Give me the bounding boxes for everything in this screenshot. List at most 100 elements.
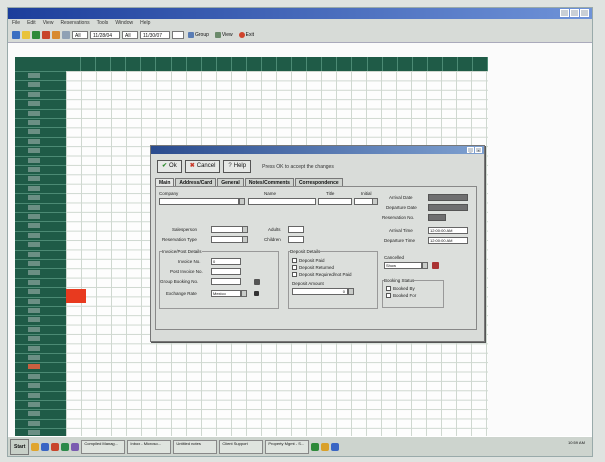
initial-dropdown[interactable] — [372, 198, 378, 205]
menu-reservations[interactable]: Reservations — [60, 19, 89, 28]
children-field[interactable] — [288, 236, 304, 243]
reservation-type-field[interactable] — [211, 236, 245, 243]
maximize-button[interactable] — [570, 9, 579, 17]
room-row[interactable] — [15, 165, 66, 172]
group-button[interactable]: Group — [186, 31, 211, 40]
post-invoice-no-field[interactable] — [211, 268, 241, 275]
start-date-combo[interactable]: 11/28/04 — [90, 31, 120, 39]
menu-edit[interactable]: Edit — [27, 19, 36, 28]
filter-combo-2[interactable]: All — [122, 31, 138, 39]
salesperson-field[interactable] — [211, 226, 245, 233]
task-property-mgmt[interactable]: Property Mgmt - S... — [265, 439, 310, 454]
room-row[interactable] — [15, 249, 66, 257]
menu-tools[interactable]: Tools — [97, 19, 109, 28]
room-row[interactable] — [15, 259, 66, 266]
menu-view[interactable]: View — [43, 19, 54, 28]
exchange-rate-dropdown[interactable] — [241, 290, 247, 297]
room-row[interactable] — [15, 136, 66, 144]
menu-help[interactable]: Help — [140, 19, 150, 28]
deposit-returned-checkbox[interactable] — [292, 265, 297, 270]
end-date-combo[interactable]: 11/30/07 — [140, 31, 170, 39]
room-row[interactable] — [15, 343, 66, 351]
room-row[interactable] — [15, 118, 66, 125]
deposit-amount-dropdown[interactable] — [348, 288, 354, 295]
room-row[interactable] — [15, 183, 66, 191]
cancelled-dropdown[interactable] — [422, 262, 428, 269]
room-row[interactable] — [15, 390, 66, 398]
tray-volume-icon[interactable] — [321, 442, 330, 451]
room-row[interactable] — [15, 334, 66, 342]
deposit-amount-field[interactable]: 0 — [292, 288, 348, 295]
booked-for-checkbox[interactable] — [386, 293, 391, 298]
room-row[interactable] — [15, 287, 66, 295]
room-row[interactable] — [15, 127, 66, 135]
reservation-block[interactable] — [66, 289, 86, 303]
find-icon[interactable] — [62, 31, 70, 39]
arrival-time-field[interactable]: 12:00:00 AM — [428, 227, 468, 234]
dialog-minimize-button[interactable]: _ — [467, 147, 474, 153]
room-row[interactable] — [15, 296, 66, 304]
menu-window[interactable]: Window — [115, 19, 133, 28]
view-button[interactable]: View — [213, 31, 235, 40]
task-client-support[interactable]: Client Support — [219, 439, 264, 454]
cancelled-field[interactable]: Show — [384, 262, 422, 269]
room-row[interactable] — [15, 268, 66, 276]
delete-icon[interactable] — [42, 31, 50, 39]
quicklaunch-ie-icon[interactable] — [31, 442, 40, 451]
task-compiled[interactable]: Compiled Manag... — [81, 439, 126, 454]
departure-date-field[interactable] — [428, 204, 468, 211]
room-row[interactable] — [15, 315, 66, 323]
room-row[interactable] — [15, 212, 66, 219]
room-row[interactable] — [15, 400, 66, 407]
deposit-paid-checkbox[interactable] — [292, 258, 297, 263]
quicklaunch-app2-icon[interactable] — [61, 442, 70, 451]
room-row[interactable] — [15, 306, 66, 313]
title-field[interactable] — [318, 198, 352, 205]
task-inbox[interactable]: Inbox - Microso... — [127, 439, 172, 454]
ok-button[interactable]: ✔ Ok — [157, 160, 182, 173]
room-row[interactable] — [15, 353, 66, 360]
room-row[interactable] — [15, 324, 66, 332]
adults-field[interactable] — [288, 226, 304, 233]
room-row[interactable] — [15, 174, 66, 182]
quicklaunch-app-icon[interactable] — [51, 442, 60, 451]
company-field[interactable] — [159, 198, 239, 205]
room-row[interactable] — [15, 146, 66, 154]
room-row[interactable] — [15, 221, 66, 229]
quicklaunch-desktop-icon[interactable] — [41, 442, 50, 451]
room-row[interactable] — [15, 277, 66, 285]
booked-by-checkbox[interactable] — [386, 286, 391, 291]
room-row[interactable] — [15, 80, 66, 88]
room-row[interactable] — [15, 362, 66, 370]
cancel-button[interactable]: ✖ Cancel — [184, 160, 221, 173]
room-row[interactable] — [15, 155, 66, 163]
room-row[interactable] — [15, 108, 66, 116]
filter-combo-3[interactable] — [172, 31, 184, 39]
open-icon[interactable] — [22, 31, 30, 39]
departure-time-field[interactable]: 12:00:00 AM — [428, 237, 468, 244]
reservation-no-field[interactable] — [428, 214, 446, 221]
deposit-required-checkbox[interactable] — [292, 272, 297, 277]
cancel-reason-icon[interactable] — [432, 262, 439, 269]
room-row[interactable] — [15, 89, 66, 97]
quicklaunch-app3-icon[interactable] — [71, 442, 80, 451]
room-row[interactable] — [15, 71, 66, 78]
exit-button[interactable]: Exit — [237, 31, 256, 40]
group-booking-no-field[interactable] — [211, 278, 241, 285]
close-button[interactable] — [580, 9, 589, 17]
company-lookup-button[interactable] — [239, 198, 245, 205]
invoice-no-field[interactable]: 0 — [211, 258, 241, 265]
menu-file[interactable]: File — [12, 19, 20, 28]
arrival-date-field[interactable] — [428, 194, 468, 201]
print-icon[interactable] — [52, 31, 60, 39]
room-row[interactable] — [15, 371, 66, 379]
task-notes[interactable]: Untitled notes — [173, 439, 218, 454]
salesperson-dropdown[interactable] — [242, 226, 248, 233]
room-row[interactable] — [15, 202, 66, 210]
save-icon[interactable] — [32, 31, 40, 39]
name-field[interactable] — [248, 198, 316, 205]
start-button[interactable]: Start — [10, 438, 30, 455]
room-row[interactable] — [15, 99, 66, 107]
exchange-rate-field[interactable]: Mexico — [211, 290, 241, 297]
room-row[interactable] — [15, 418, 66, 426]
